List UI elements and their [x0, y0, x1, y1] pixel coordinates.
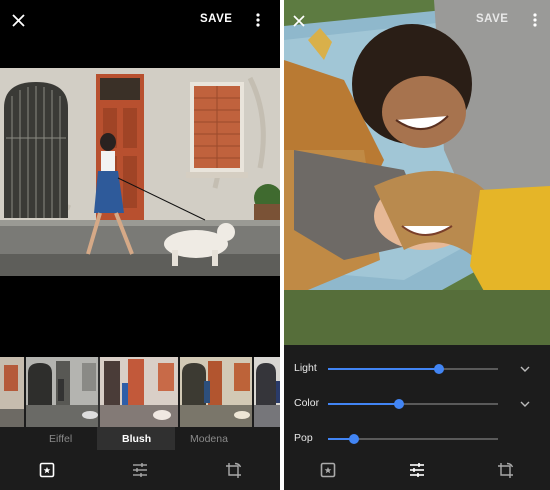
crop-rotate-icon [498, 462, 514, 478]
more-options-icon[interactable] [528, 10, 542, 30]
filter-label-blush[interactable]: Blush [122, 433, 151, 445]
tab-crop-rotate[interactable] [486, 450, 526, 490]
adjust-row-pop: Pop [284, 427, 550, 451]
adjust-icon [409, 463, 424, 477]
pop-slider-knob[interactable] [348, 434, 359, 444]
save-button[interactable]: SAVE [476, 13, 508, 25]
filter-thumbnail-blush[interactable] [100, 357, 178, 427]
light-slider[interactable] [328, 364, 498, 374]
adjust-screen: SAVE Light Color Pop [284, 0, 550, 490]
tab-filters[interactable] [27, 450, 67, 490]
adjust-row-color: Color [284, 392, 550, 416]
bottom-nav [0, 450, 280, 490]
chevron-down-icon [520, 366, 530, 372]
adjust-row-light: Light [284, 357, 550, 381]
tab-crop-rotate[interactable] [213, 450, 253, 490]
tab-adjust[interactable] [120, 450, 160, 490]
filter-label-eiffel[interactable]: Eiffel [49, 433, 72, 445]
filter-label-modena[interactable]: Modena [190, 433, 228, 445]
filters-icon [39, 462, 54, 478]
expand-color-button[interactable] [516, 395, 534, 413]
filters-screen: SAVE Eiffel Blush Modena [0, 0, 280, 490]
save-button[interactable]: SAVE [200, 13, 232, 25]
expand-light-button[interactable] [516, 360, 534, 378]
light-slider-knob[interactable] [433, 364, 444, 374]
more-options-icon[interactable] [250, 10, 266, 30]
filter-thumbnail[interactable] [0, 357, 24, 427]
filter-thumbnail-eiffel[interactable] [26, 357, 98, 427]
close-icon[interactable] [8, 10, 28, 30]
color-slider-knob[interactable] [394, 399, 405, 409]
pop-slider[interactable] [328, 434, 498, 444]
filter-thumbnail-modena[interactable] [180, 357, 252, 427]
photo-preview [284, 0, 550, 345]
crop-rotate-icon [225, 462, 241, 478]
close-icon[interactable] [290, 12, 308, 30]
filters-icon [321, 462, 336, 478]
tab-adjust[interactable] [397, 450, 437, 490]
color-slider[interactable] [328, 399, 498, 409]
filter-strip: Eiffel Blush Modena [0, 357, 280, 450]
chevron-down-icon [520, 401, 530, 407]
adjust-label-pop: Pop [294, 432, 313, 444]
filter-thumbnail[interactable] [254, 357, 280, 427]
photo-preview [0, 68, 280, 276]
tab-filters[interactable] [308, 450, 348, 490]
adjust-label-color: Color [294, 397, 320, 409]
adjust-icon [132, 463, 147, 477]
adjust-panel: Light Color Pop [284, 345, 550, 450]
adjust-label-light: Light [294, 362, 317, 374]
bottom-nav [284, 450, 550, 490]
